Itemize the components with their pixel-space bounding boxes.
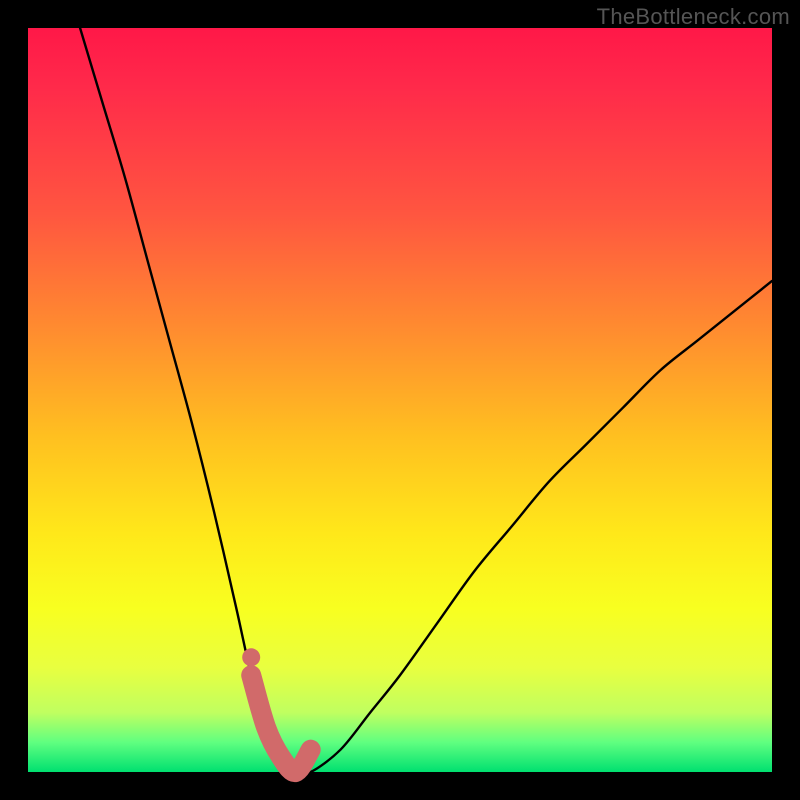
optimal-range-highlight xyxy=(251,675,311,772)
curve-layer xyxy=(28,28,772,772)
watermark-text: TheBottleneck.com xyxy=(597,4,790,30)
bottleneck-curve-path xyxy=(80,28,772,774)
chart-frame: TheBottleneck.com xyxy=(0,0,800,800)
optimal-range-start-dot xyxy=(242,648,260,666)
plot-area xyxy=(28,28,772,772)
